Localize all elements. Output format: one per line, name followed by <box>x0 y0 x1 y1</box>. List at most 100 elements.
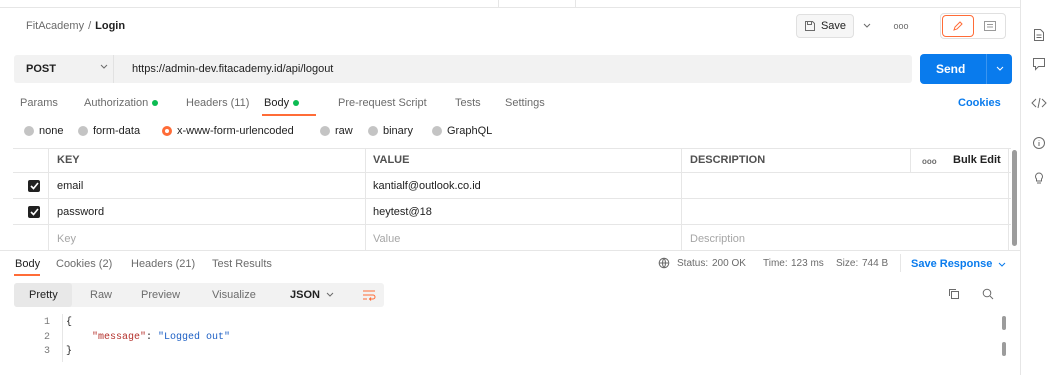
send-button[interactable]: Send <box>920 54 1012 84</box>
radio-graphql[interactable]: GraphQL <box>432 125 492 137</box>
size-label: Size: <box>836 258 859 269</box>
status-value[interactable]: 200 OK <box>712 258 746 269</box>
new-value-placeholder[interactable]: Value <box>373 233 400 245</box>
status-label: Status: <box>677 258 709 269</box>
save-button[interactable]: Save <box>796 14 854 38</box>
edit-pencil-icon[interactable] <box>942 15 974 37</box>
radio-circle <box>24 126 34 136</box>
save-response-chevron-down-icon[interactable] <box>998 262 1006 268</box>
row-key[interactable]: email <box>57 180 83 192</box>
radio-circle <box>368 126 378 136</box>
table-divider <box>13 172 1011 173</box>
tab-params[interactable]: Params <box>20 97 58 109</box>
new-description-placeholder[interactable]: Description <box>690 233 745 245</box>
radio-raw-label: raw <box>335 125 353 137</box>
tab-pre-request-script[interactable]: Pre-request Script <box>338 97 427 109</box>
body-indicator-dot <box>293 100 300 107</box>
save-response-label: Save Response <box>911 258 993 270</box>
json-open-brace: { <box>66 317 73 328</box>
code-icon[interactable] <box>1031 95 1047 111</box>
radio-form-data[interactable]: form-data <box>78 125 140 137</box>
time-value[interactable]: 123 ms <box>791 258 824 269</box>
radio-graphql-label: GraphQL <box>447 125 493 137</box>
document-icon[interactable] <box>1031 27 1047 43</box>
size-value[interactable]: 744 B <box>862 258 888 269</box>
tab-settings[interactable]: Settings <box>505 97 545 109</box>
active-tab-underline <box>262 114 316 116</box>
copy-icon[interactable] <box>948 288 960 300</box>
row-value[interactable]: heytest@18 <box>373 206 432 218</box>
tab-body[interactable]: Body <box>264 97 300 109</box>
json-key: "message" <box>92 332 147 343</box>
json-colon: : <box>146 332 159 343</box>
breadcrumb-collection[interactable]: FitAcademy <box>26 20 84 32</box>
format-select[interactable]: JSON <box>280 284 350 306</box>
table-column-divider <box>681 148 682 250</box>
info-icon[interactable] <box>1031 135 1047 151</box>
send-dropdown-chevron-icon[interactable] <box>986 54 1012 84</box>
format-chevron-down-icon <box>326 292 334 298</box>
row-checkbox[interactable] <box>28 206 40 218</box>
column-header-description: DESCRIPTION <box>690 154 766 166</box>
tab-headers[interactable]: Headers (11) <box>186 97 249 109</box>
row-checkbox[interactable] <box>28 180 40 192</box>
row-value[interactable]: kantialf@outlook.co.id <box>373 180 481 192</box>
documentation-icon[interactable] <box>975 14 1005 38</box>
save-label: Save <box>820 20 847 32</box>
time-label: Time: <box>763 258 788 269</box>
method-select[interactable]: POST <box>14 55 114 83</box>
top-tab[interactable] <box>498 0 576 8</box>
code-scrollbar-top[interactable] <box>1002 316 1006 330</box>
method-label: POST <box>26 63 56 75</box>
lightbulb-icon[interactable] <box>1031 170 1047 186</box>
response-tab-body[interactable]: Body <box>15 258 40 270</box>
more-options-icon[interactable]: ooo <box>890 14 912 38</box>
radio-raw[interactable]: raw <box>320 125 353 137</box>
json-close-brace: } <box>66 346 73 357</box>
comments-icon[interactable] <box>1031 56 1047 72</box>
row-key[interactable]: password <box>57 206 104 218</box>
column-header-value: VALUE <box>373 154 410 166</box>
table-more-icon[interactable]: ooo <box>922 157 937 166</box>
line-number: 1 <box>43 317 50 328</box>
tab-body-label: Body <box>264 97 290 109</box>
radio-form-data-label: form-data <box>93 125 141 137</box>
radio-circle <box>432 126 442 136</box>
save-icon <box>804 20 816 32</box>
response-tab-cookies-label: Cookies (2) <box>56 258 113 270</box>
tab-authorization-label: Authorization <box>84 97 149 109</box>
breadcrumb-request-name[interactable]: Login <box>95 20 125 32</box>
tab-tests[interactable]: Tests <box>455 97 481 109</box>
view-tab-preview[interactable]: Preview <box>141 289 180 301</box>
view-tab-pretty[interactable]: Pretty <box>29 289 58 301</box>
send-label: Send <box>936 62 966 76</box>
radio-circle <box>320 126 330 136</box>
search-icon[interactable] <box>982 288 994 300</box>
view-tab-raw[interactable]: Raw <box>90 289 112 301</box>
cookies-link[interactable]: Cookies <box>958 97 1001 109</box>
radio-binary-label: binary <box>383 125 413 137</box>
new-key-placeholder[interactable]: Key <box>57 233 76 245</box>
radio-binary[interactable]: binary <box>368 125 413 137</box>
view-tab-visualize[interactable]: Visualize <box>212 289 256 301</box>
save-dropdown-chevron-icon[interactable] <box>856 14 878 38</box>
response-tab-headers[interactable]: Headers (21) <box>131 258 195 270</box>
globe-network-icon[interactable] <box>658 257 670 269</box>
response-tab-cookies[interactable]: Cookies (2) <box>56 258 112 270</box>
bulk-edit-button[interactable]: Bulk Edit <box>953 154 1001 166</box>
radio-urlencoded-label: x-www-form-urlencoded <box>177 125 294 137</box>
save-response-button[interactable]: Save Response <box>911 258 992 270</box>
table-scrollbar[interactable] <box>1012 150 1017 246</box>
response-tab-headers-label: Headers (21) <box>131 258 196 270</box>
radio-none-label: none <box>39 125 64 137</box>
radio-none[interactable]: none <box>24 125 63 137</box>
tab-authorization[interactable]: Authorization <box>84 97 159 109</box>
response-tab-test-results[interactable]: Test Results <box>212 258 272 270</box>
radio-circle-selected <box>162 126 172 136</box>
code-scrollbar-bottom[interactable] <box>1002 342 1006 356</box>
params-table <box>13 148 1011 250</box>
url-input[interactable]: https://admin-dev.fitacademy.id/api/logo… <box>132 63 333 75</box>
radio-x-www-form-urlencoded[interactable]: x-www-form-urlencoded <box>162 125 294 137</box>
view-mode-toggle[interactable] <box>940 13 1006 39</box>
wrap-lines-icon[interactable] <box>356 284 382 306</box>
